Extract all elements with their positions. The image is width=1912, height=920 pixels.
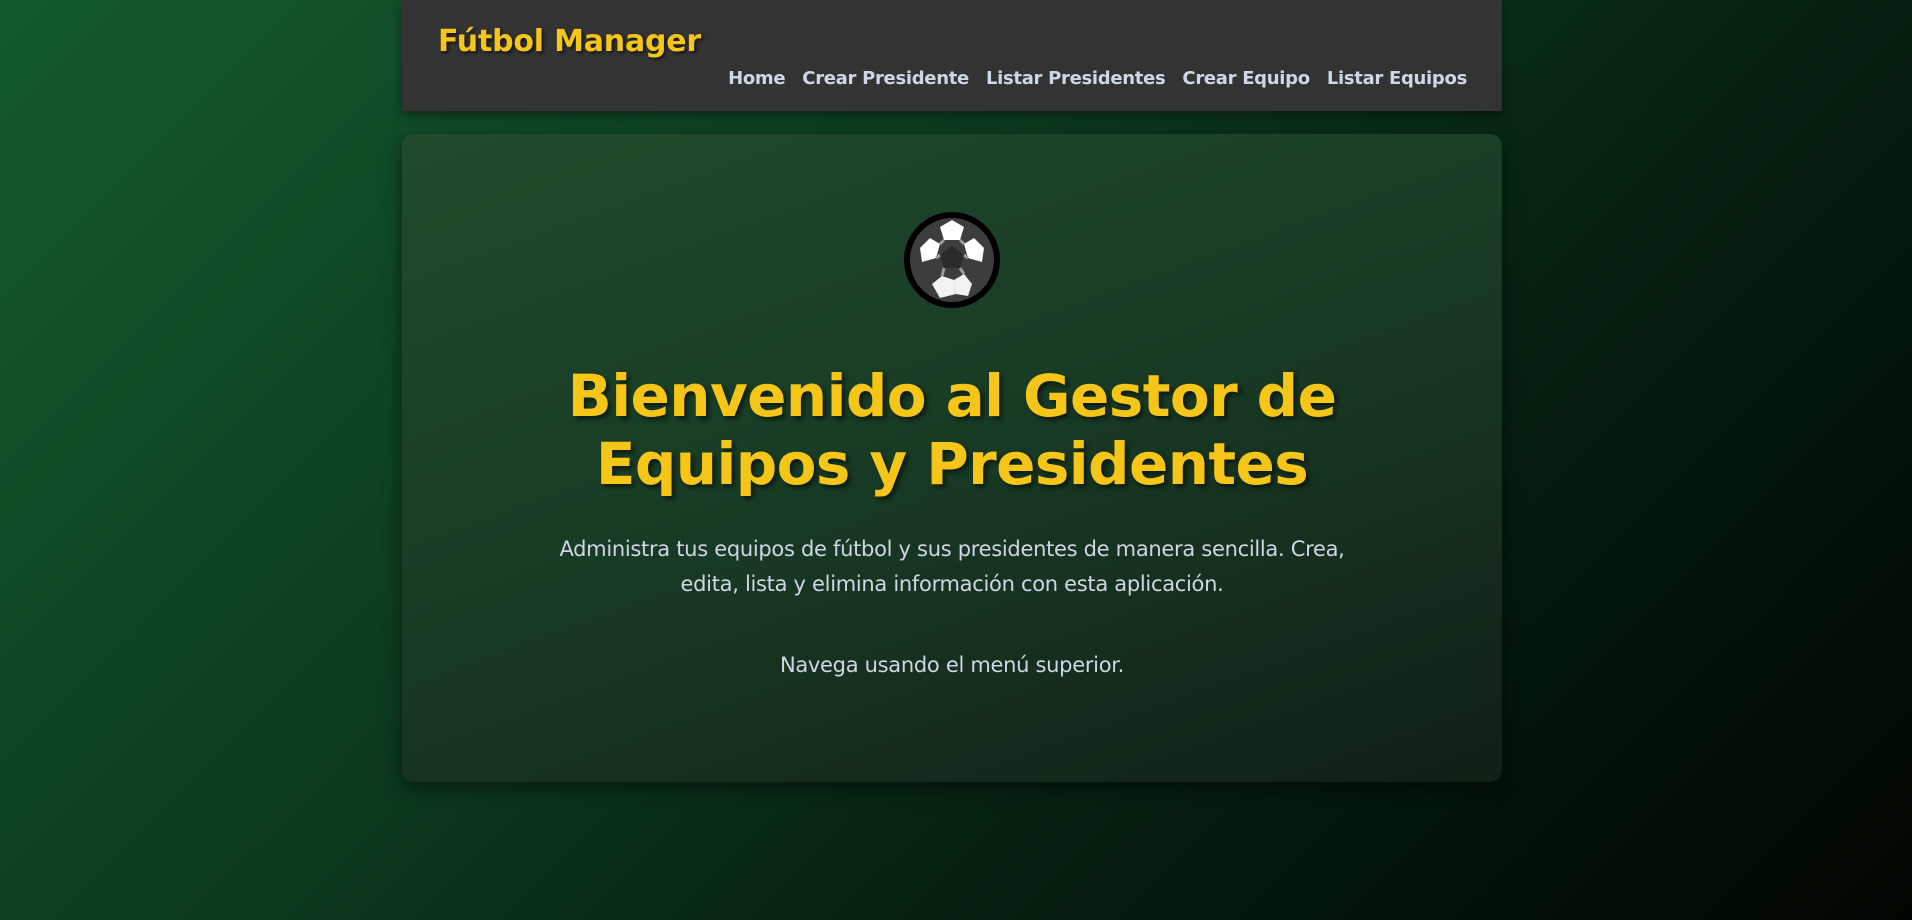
nav-link-listar-presidentes[interactable]: Listar Presidentes <box>986 68 1166 89</box>
welcome-card: Bienvenido al Gestor de Equipos y Presid… <box>402 134 1502 782</box>
soccer-ball-icon <box>904 212 1000 308</box>
nav-link-listar-equipos[interactable]: Listar Equipos <box>1327 68 1467 89</box>
top-navbar: Fútbol Manager Home Crear Presidente Lis… <box>402 0 1502 111</box>
brand-logo-text[interactable]: Fútbol Manager <box>438 24 701 59</box>
nav-link-crear-equipo[interactable]: Crear Equipo <box>1182 68 1310 89</box>
welcome-description: Administra tus equipos de fútbol y sus p… <box>559 537 1345 596</box>
nav-link-crear-presidente[interactable]: Crear Presidente <box>802 68 969 89</box>
nav-link-home[interactable]: Home <box>728 68 786 89</box>
main-nav: Home Crear Presidente Listar Presidentes… <box>728 68 1467 89</box>
page-title: Bienvenido al Gestor de Equipos y Presid… <box>567 362 1337 498</box>
navigation-hint: Navega usando el menú superior. <box>779 653 1125 677</box>
